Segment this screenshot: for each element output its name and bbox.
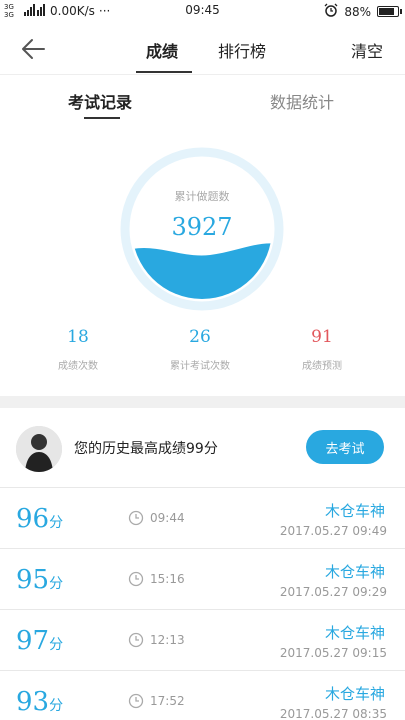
stat-value: 26	[189, 327, 211, 347]
stat-label: 成绩次数	[58, 361, 98, 372]
gauge-value: 3927	[171, 213, 233, 241]
tab-data-stats[interactable]: 数据统计	[270, 89, 334, 113]
tab-active-indicator	[136, 71, 192, 73]
clock-icon	[128, 510, 144, 526]
status-right: 88%	[324, 3, 402, 20]
record-score: 96分	[16, 504, 63, 534]
tab-score[interactable]: 成绩	[146, 38, 178, 62]
stat-prediction: 91 成绩预测	[267, 327, 377, 372]
tab-ranking[interactable]: 排行榜	[218, 38, 266, 62]
stat-value: 18	[67, 327, 89, 347]
stat-score-count: 18 成绩次数	[23, 327, 133, 372]
record-duration: 12:13	[150, 633, 185, 647]
score-unit: 分	[49, 515, 64, 531]
record-title: 木仓车神	[324, 563, 385, 581]
stat-value: 91	[311, 327, 333, 347]
record-title: 木仓车神	[324, 502, 385, 520]
top-nav: 成绩 排行榜 清空	[0, 24, 405, 74]
record-row[interactable]: 96分 09:44 木仓车神 2017.05.27 09:49	[0, 488, 405, 549]
subtab-active-indicator	[84, 117, 120, 119]
record-duration: 09:44	[150, 511, 185, 525]
clock-icon	[128, 632, 144, 648]
stat-label: 累计考试次数	[170, 361, 230, 372]
score-value: 97	[16, 626, 50, 656]
record-row[interactable]: 93分 17:52 木仓车神 2017.05.27 08:35	[0, 671, 405, 720]
sub-tabs: 考试记录 数据统计	[0, 75, 405, 121]
score-unit: 分	[49, 637, 64, 653]
gauge-label: 累计做题数	[174, 190, 230, 203]
alarm-icon	[324, 3, 338, 20]
avatar	[16, 426, 62, 472]
score-unit: 分	[49, 576, 64, 592]
clock-icon	[128, 693, 144, 709]
record-date: 2017.05.27 09:29	[279, 585, 387, 599]
clear-button[interactable]: 清空	[351, 38, 383, 62]
record-score: 95分	[16, 565, 63, 595]
status-bar: 3G 3G 0.00K/s ··· 09:45 88%	[0, 0, 405, 24]
back-button[interactable]	[18, 34, 48, 64]
stat-exam-count: 26 累计考试次数	[145, 327, 255, 372]
best-score-text: 您的历史最高成绩99分	[74, 441, 218, 457]
stat-label: 成绩预测	[302, 361, 342, 372]
record-date: 2017.05.27 08:35	[279, 707, 387, 720]
score-value: 96	[16, 504, 50, 534]
battery-icon	[377, 6, 402, 17]
record-title: 木仓车神	[324, 624, 385, 642]
clock-icon	[128, 571, 144, 587]
record-title: 木仓车神	[324, 685, 385, 703]
record-score: 97分	[16, 626, 63, 656]
best-score-banner: 您的历史最高成绩99分 去考试	[0, 408, 405, 488]
record-score: 93分	[16, 687, 63, 717]
record-duration: 15:16	[150, 572, 185, 586]
score-value: 95	[16, 565, 50, 595]
go-exam-button[interactable]: 去考试	[306, 430, 384, 464]
section-gap	[0, 396, 405, 408]
exam-record-list: 96分 09:44 木仓车神 2017.05.27 09:49 95分 15:1…	[0, 488, 405, 720]
score-value: 93	[16, 687, 50, 717]
record-row[interactable]: 97分 12:13 木仓车神 2017.05.27 09:15	[0, 610, 405, 671]
record-date: 2017.05.27 09:15	[279, 646, 387, 660]
record-duration: 17:52	[150, 694, 185, 708]
score-unit: 分	[49, 698, 64, 714]
user-avatar-icon	[16, 426, 62, 472]
record-row[interactable]: 95分 15:16 木仓车神 2017.05.27 09:29	[0, 549, 405, 610]
record-date: 2017.05.27 09:49	[279, 524, 387, 538]
battery-percent: 88%	[344, 4, 371, 19]
tab-exam-records[interactable]: 考试记录	[68, 89, 132, 113]
back-arrow-icon	[22, 39, 45, 59]
